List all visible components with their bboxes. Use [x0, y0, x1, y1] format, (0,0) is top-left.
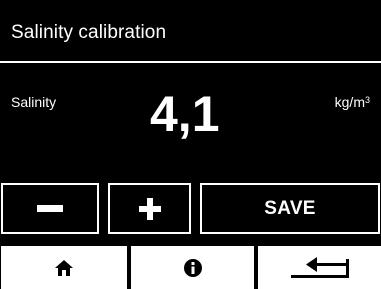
minus-icon	[37, 204, 63, 212]
decrease-button[interactable]	[1, 183, 99, 234]
info-icon	[183, 258, 202, 277]
title-divider	[0, 61, 381, 63]
increase-button[interactable]	[108, 183, 191, 234]
parameter-label: Salinity	[11, 94, 57, 110]
back-button[interactable]	[258, 246, 381, 289]
measurement-value: 4,1	[150, 86, 220, 142]
unit-base: kg/m	[334, 94, 365, 110]
page-title: Salinity calibration	[11, 22, 167, 43]
info-button[interactable]	[131, 246, 254, 289]
save-button-label: SAVE	[264, 197, 316, 219]
measurement-unit: kg/m3	[335, 94, 370, 110]
home-icon	[55, 259, 73, 276]
calibration-screen: Salinity calibration Salinity 4,1 kg/m3 …	[0, 0, 381, 289]
plus-icon	[138, 197, 161, 220]
back-arrow-icon	[290, 256, 349, 278]
unit-exponent: 3	[364, 95, 370, 105]
save-button[interactable]: SAVE	[200, 183, 380, 234]
home-button[interactable]	[1, 246, 127, 289]
